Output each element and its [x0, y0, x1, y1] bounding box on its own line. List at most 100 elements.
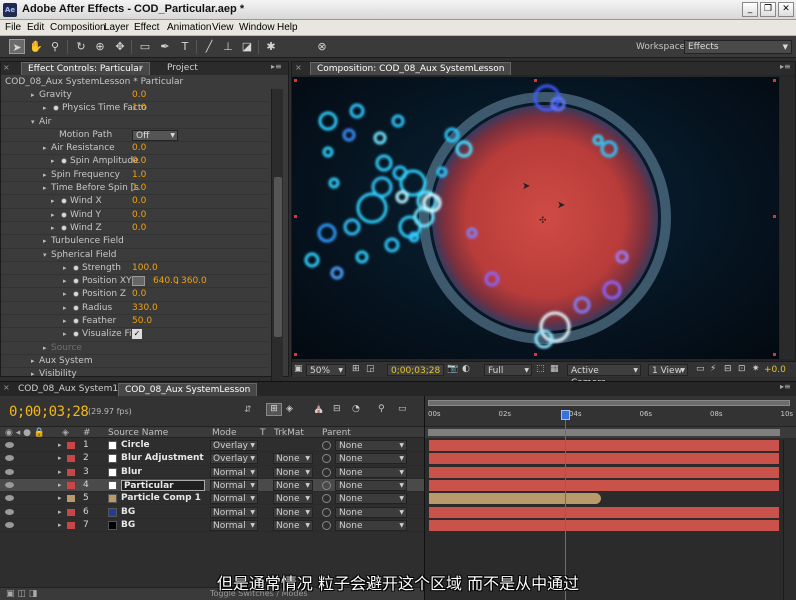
video-visibility-icon[interactable]	[5, 468, 14, 475]
parent-dropdown[interactable]: None	[335, 506, 407, 518]
effect-property-row[interactable]: ▾ Air	[1, 116, 269, 129]
layer-handle[interactable]	[534, 79, 537, 82]
track-matte-dropdown[interactable]: None	[273, 519, 313, 531]
video-visibility-icon[interactable]	[5, 495, 14, 502]
rectangle-tool-icon[interactable]: ▭	[137, 39, 153, 54]
layer-name[interactable]: Blur	[121, 466, 142, 479]
disclosure-collapsed-icon[interactable]: ▸	[51, 209, 55, 222]
layer-handle[interactable]	[294, 79, 297, 82]
stopwatch-icon[interactable]	[61, 158, 67, 165]
layer-duration-bar[interactable]	[429, 506, 779, 518]
disclosure-collapsed-icon[interactable]: ▸	[43, 102, 47, 115]
panel-menu-icon[interactable]: ▾	[139, 63, 143, 72]
time-navigator[interactable]	[428, 400, 790, 406]
motion-path-dropdown[interactable]: Off	[132, 129, 178, 141]
layer-handle[interactable]	[294, 215, 297, 218]
disclosure-collapsed-icon[interactable]: ▸	[43, 182, 47, 195]
disclosure-collapsed-icon[interactable]: ▸	[51, 155, 55, 168]
track-matte-dropdown[interactable]: None	[273, 453, 313, 465]
menu-animation[interactable]: Animation	[167, 22, 211, 33]
magnification-dropdown[interactable]: 50%	[306, 364, 346, 377]
disclosure-collapsed-icon[interactable]: ▸	[51, 222, 55, 235]
track-matte-dropdown[interactable]: None	[273, 506, 313, 518]
layer-duration-bar[interactable]	[429, 466, 779, 478]
effect-property-row[interactable]: ▸ Wind X 0.0	[1, 195, 269, 209]
tab-timeline-aux-systemlesson[interactable]: COD_08_Aux SystemLesson	[118, 383, 258, 396]
layer-expand-icon[interactable]: ▸	[58, 479, 62, 492]
track-matte-dropdown[interactable]: None	[273, 479, 313, 491]
layer-row[interactable]: ▸ 6 BG Normal None None	[0, 506, 424, 519]
blend-mode-dropdown[interactable]: Normal	[210, 466, 258, 478]
disclosure-expanded-icon[interactable]: ▾	[43, 249, 47, 262]
local-axis-mode-icon[interactable]: ⊗	[314, 39, 330, 54]
layer-handle[interactable]	[773, 353, 776, 356]
snapshot-icon[interactable]: 📷	[447, 364, 458, 374]
effect-property-row[interactable]: ▸ Visualize Fiel ✓	[1, 328, 269, 342]
parent-dropdown[interactable]: None	[335, 493, 407, 505]
layer-expand-icon[interactable]: ▸	[58, 506, 62, 519]
layer-handle[interactable]	[534, 353, 537, 356]
stopwatch-icon[interactable]	[73, 318, 79, 324]
effect-property-value[interactable]: 0.0	[132, 142, 146, 155]
position-crosshair-icon[interactable]	[132, 276, 145, 287]
flowchart-icon[interactable]: ⊡	[738, 364, 746, 374]
effect-property-value[interactable]: 0.0	[132, 155, 146, 168]
stopwatch-icon[interactable]	[61, 225, 67, 231]
show-channel-icon[interactable]: ◐	[462, 364, 470, 374]
layer-row[interactable]: ▸ 7 BG Normal None None	[0, 519, 424, 533]
camera-tool-icon[interactable]: ⊕	[92, 39, 108, 54]
frame-blending-icon[interactable]: ⊟	[333, 404, 341, 414]
timeline-icon[interactable]: ⊟	[724, 364, 732, 374]
menu-file[interactable]: File	[5, 22, 21, 33]
effect-property-value[interactable]: 1.0	[132, 169, 146, 182]
stopwatch-icon[interactable]	[73, 265, 79, 271]
time-ruler[interactable]: 00s 02s 04s 06s 08s 10s	[425, 396, 796, 426]
motion-blur-icon[interactable]: ◔	[352, 404, 360, 414]
comp-mini-flowchart-icon[interactable]: ⊞	[266, 403, 282, 416]
parent-dropdown[interactable]: None	[335, 453, 407, 465]
timeline-current-time[interactable]: 0;00;03;28	[9, 404, 89, 420]
effect-property-value[interactable]: 100.0	[132, 262, 158, 275]
parent-pick-whip-icon[interactable]	[322, 520, 331, 530]
effect-property-row[interactable]: ▸ Turbulence Field	[1, 235, 269, 249]
eraser-tool-icon[interactable]: ◪	[239, 39, 255, 54]
layer-handle[interactable]	[773, 79, 776, 82]
parent-pick-whip-icon[interactable]	[322, 494, 331, 504]
grid-overlay-icon[interactable]: ⊞	[352, 364, 360, 374]
menu-composition[interactable]: Composition	[50, 22, 106, 33]
view-layout-dropdown[interactable]: 1 View	[648, 364, 688, 377]
resolution-dropdown[interactable]: Full	[484, 364, 532, 377]
reset-exposure-icon[interactable]: ✷	[752, 364, 760, 374]
menu-effect[interactable]: Effect	[134, 22, 159, 33]
minimize-button[interactable]: _	[742, 2, 758, 17]
effect-property-row[interactable]: ▸ Source	[1, 342, 269, 355]
layer-expand-icon[interactable]: ▸	[58, 439, 62, 452]
disclosure-collapsed-icon[interactable]: ▸	[31, 89, 35, 102]
effect-property-row[interactable]: Motion Path Off	[1, 129, 269, 143]
video-visibility-icon[interactable]	[5, 481, 14, 488]
panel-close-icon[interactable]: ×	[295, 63, 302, 72]
blend-mode-dropdown[interactable]: Normal	[210, 519, 258, 531]
work-area-range[interactable]	[428, 429, 780, 436]
effect-property-row[interactable]: ▸ Position Z 0.0	[1, 288, 269, 302]
graph-editor-icon[interactable]: ⚲	[378, 404, 385, 414]
stopwatch-icon[interactable]	[61, 198, 67, 205]
effect-property-row[interactable]: ▸ Feather 50.0	[1, 315, 269, 329]
disclosure-collapsed-icon[interactable]: ▸	[43, 169, 47, 182]
panel-options-icon[interactable]: ▸≡	[271, 62, 282, 71]
clone-stamp-tool-icon[interactable]: ⊥	[220, 39, 236, 54]
menu-help[interactable]: Help	[277, 22, 298, 33]
restore-button[interactable]: ❐	[760, 2, 776, 17]
brush-tool-icon[interactable]: ╱	[201, 39, 217, 54]
effect-property-value[interactable]: 0.0	[132, 195, 146, 208]
col-source-name[interactable]: Source Name	[108, 428, 168, 438]
layer-row[interactable]: ▸ 4 Particular Normal None None	[0, 478, 424, 493]
effect-property-value[interactable]: 0.0	[132, 209, 146, 222]
label-color-swatch[interactable]	[67, 442, 75, 449]
effect-property-row[interactable]: ▸ Visibility	[1, 368, 269, 382]
stopwatch-icon[interactable]	[73, 278, 79, 284]
selection-tool-icon[interactable]: ➤	[9, 39, 25, 54]
tab-effect-controls[interactable]: Effect Controls: Particular	[21, 62, 150, 75]
tab-timeline-aux-system1[interactable]: COD_08_Aux System1	[12, 383, 124, 396]
menu-layer[interactable]: Layer	[104, 22, 129, 33]
